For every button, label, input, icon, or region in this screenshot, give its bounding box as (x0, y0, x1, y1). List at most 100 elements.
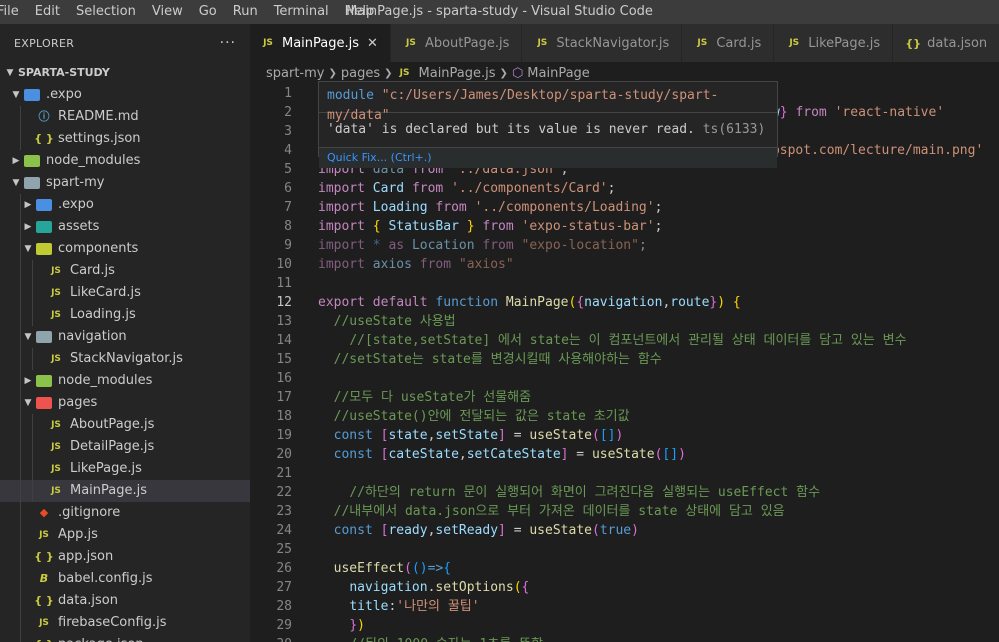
code-token: Card (372, 181, 405, 196)
file-LikeCardjs[interactable]: JS LikeCard.js (0, 282, 250, 304)
code-token: import (318, 219, 365, 234)
more-actions-icon[interactable]: ··· (220, 35, 236, 51)
folder-icon (36, 331, 52, 343)
code-token: import (318, 181, 365, 196)
folder-pages[interactable]: ▼ pages (0, 392, 250, 414)
file-datajson[interactable]: { } data.json (0, 590, 250, 612)
menu-item-terminal[interactable]: Terminal (266, 0, 337, 24)
tab-label: Card.js (716, 35, 762, 51)
file-packagejson[interactable]: { } package.json (0, 634, 250, 642)
file-StackNavigatorjs[interactable]: JS StackNavigator.js (0, 348, 250, 370)
breadcrumb-item[interactable]: MainPage.js (419, 66, 496, 81)
indent-guide (20, 458, 21, 480)
tree-item-label: node_modules (46, 153, 141, 168)
menu-item-go[interactable]: Go (191, 0, 225, 24)
file-Appjs[interactable]: JS App.js (0, 524, 250, 546)
menu-item-view[interactable]: View (144, 0, 191, 24)
tab-MainPagejs[interactable]: JS MainPage.js ✕ (250, 24, 391, 62)
quick-fix-link[interactable]: Quick Fix... (Ctrl+.) (319, 147, 777, 168)
close-icon[interactable]: ✕ (367, 36, 378, 51)
code-token: function (435, 295, 499, 310)
menu-item-edit[interactable]: Edit (27, 0, 68, 24)
breadcrumb-item[interactable]: pages (341, 66, 380, 81)
file-settingsjson[interactable]: { } settings.json (0, 128, 250, 150)
indent-guide (20, 370, 21, 392)
code-token: ; (654, 200, 663, 215)
tab-StackNavigatorjs[interactable]: JS StackNavigator.js (522, 24, 683, 62)
code-token: route (670, 295, 710, 310)
line-content: //useState 사용법 (318, 312, 456, 331)
code-token: { (732, 295, 741, 310)
menu-item-run[interactable]: Run (225, 0, 266, 24)
file-appjson[interactable]: { } app.json (0, 546, 250, 568)
tab-LikePagejs[interactable]: JS LikePage.js (774, 24, 894, 62)
code-token: import (318, 200, 365, 215)
code-line: 17 //모두 다 useState가 선물해줌 (250, 388, 999, 407)
indent-guide (20, 392, 21, 414)
folder-assets[interactable]: ▶ assets (0, 216, 250, 238)
code-token: { (521, 580, 530, 595)
menu-item-help[interactable]: Help (337, 0, 383, 24)
file-LikePagejs[interactable]: JS LikePage.js (0, 458, 250, 480)
tab-AboutPagejs[interactable]: JS AboutPage.js (390, 24, 523, 62)
tree-item-label: firebaseConfig.js (58, 615, 167, 630)
code-line: 16 (250, 369, 999, 388)
line-number: 14 (276, 333, 292, 348)
tab-Cardjs[interactable]: JS Card.js (682, 24, 775, 62)
line-number: 13 (276, 314, 292, 329)
file-gitignore[interactable]: ◆ .gitignore (0, 502, 250, 524)
file-babelconfigjs[interactable]: Bbabel.config.js (0, 568, 250, 590)
menu-item-file[interactable]: File (0, 0, 27, 24)
code-line: 13 //useState 사용법 (250, 312, 999, 331)
breadcrumb-item[interactable]: spart-my (266, 66, 324, 81)
json-file-icon: { } (34, 550, 54, 563)
hover-code: ts(6133) (702, 122, 766, 137)
code-token: from (795, 105, 827, 120)
file-DetailPagejs[interactable]: JS DetailPage.js (0, 436, 250, 458)
line-content: useEffect(()=>{ (318, 559, 451, 578)
project-root[interactable]: ▼ SPARTA-STUDY (0, 62, 250, 84)
code-token: setReady (435, 523, 499, 538)
file-MainPagejs[interactable]: JS MainPage.js (0, 480, 250, 502)
indent-guide (20, 414, 21, 436)
json-file-icon: {} (905, 36, 921, 50)
code-token: useState (529, 523, 592, 538)
folder-node_modules[interactable]: ▶ node_modules (0, 150, 250, 172)
line-number: 23 (276, 504, 292, 519)
code-line: 18 //useState()안에 전달되는 값은 state 초기값 (250, 407, 999, 426)
js-file-icon: JS (51, 310, 61, 320)
folder-expo[interactable]: ▶ .expo (0, 194, 250, 216)
line-content: title:'나만의 꿀팁' (318, 597, 479, 616)
file-READMEmd[interactable]: ⓘ README.md (0, 106, 250, 128)
breadcrumb-item[interactable]: MainPage (527, 66, 590, 81)
folder-navigation[interactable]: ▼ navigation (0, 326, 250, 348)
file-Loadingjs[interactable]: JS Loading.js (0, 304, 250, 326)
file-AboutPagejs[interactable]: JS AboutPage.js (0, 414, 250, 436)
code-token: navigation (349, 580, 428, 595)
folder-expo[interactable]: ▼ .expo (0, 84, 250, 106)
folder-node_modules[interactable]: ▶ node_modules (0, 370, 250, 392)
folder-components[interactable]: ▼ components (0, 238, 250, 260)
js-file-icon: JS (406, 38, 416, 48)
folder-spartmy[interactable]: ▼ spart-my (0, 172, 250, 194)
line-number: 5 (284, 162, 292, 177)
chevron-down-icon: ▼ (12, 90, 20, 100)
tree-item-label: .expo (58, 197, 94, 212)
editor-tabs: JS MainPage.js ✕ JS AboutPage.js JS StackNavig… (250, 24, 999, 62)
js-file-icon: JS (51, 266, 61, 276)
code-token: = (568, 447, 592, 462)
line-number: 10 (276, 257, 292, 272)
file-firebaseConfigjs[interactable]: JS firebaseConfig.js (0, 612, 250, 634)
code-token: StatusBar (388, 219, 459, 234)
tab-datajson[interactable]: {} data.json (893, 24, 999, 62)
file-Cardjs[interactable]: JS Card.js (0, 260, 250, 282)
tree-item-label: package.json (58, 634, 144, 642)
menu-item-selection[interactable]: Selection (68, 0, 144, 24)
js-file-icon: JS (399, 68, 410, 78)
hover-tooltip: module "c:/Users/James/Desktop/sparta-st… (318, 81, 778, 168)
code-token: ; (654, 219, 663, 234)
